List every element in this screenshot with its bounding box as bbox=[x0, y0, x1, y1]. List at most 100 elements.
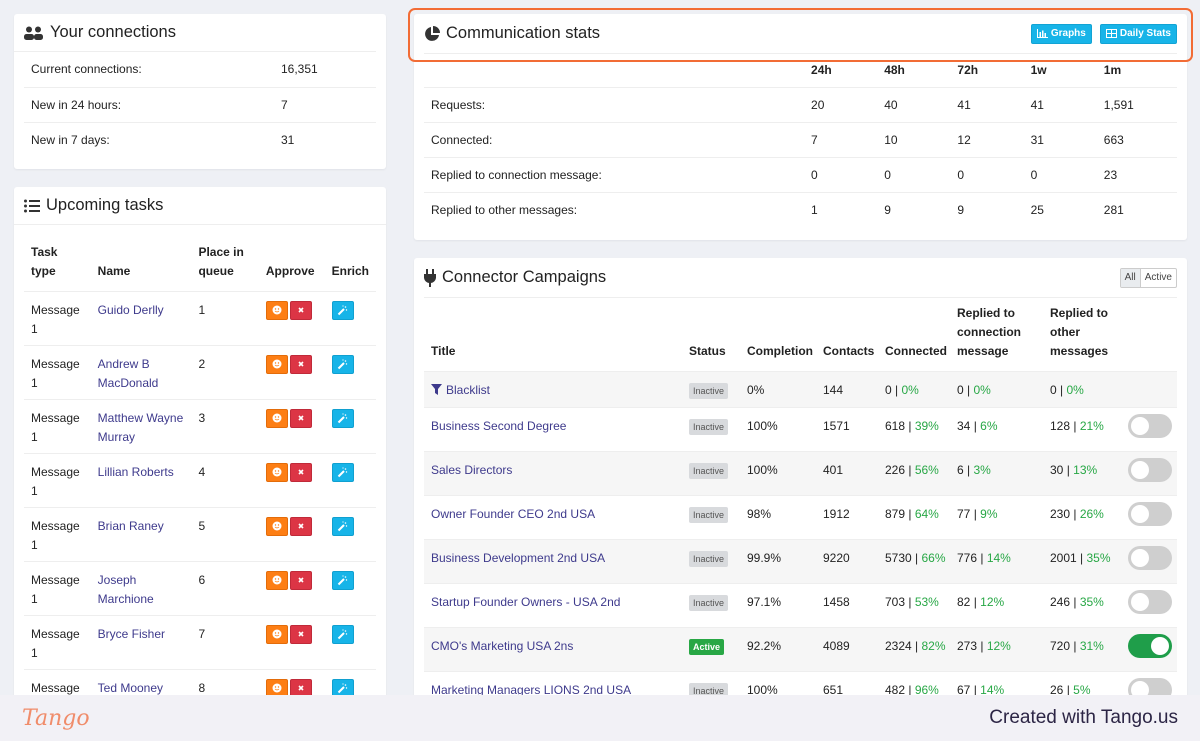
campaign-title-link[interactable]: Owner Founder CEO 2nd USA bbox=[431, 507, 595, 521]
magic-wand-icon bbox=[337, 466, 348, 478]
list-icon bbox=[24, 199, 40, 213]
period-header: 1m bbox=[1103, 63, 1122, 78]
filter-all-button[interactable]: All bbox=[1120, 268, 1141, 287]
approve-button[interactable] bbox=[265, 516, 288, 536]
toggle-cell bbox=[1121, 538, 1177, 583]
comm-title: Communication stats bbox=[446, 24, 601, 42]
campaign-title-link[interactable]: Blacklist bbox=[446, 383, 490, 397]
contacts-value: 144 bbox=[816, 370, 878, 407]
contact-name-link[interactable]: Bryce Fisher bbox=[98, 627, 165, 641]
campaign-title-link[interactable]: CMO's Marketing USA 2ns bbox=[431, 639, 573, 653]
task-type: Message 1 bbox=[24, 452, 91, 507]
queue-position: 1 bbox=[191, 290, 259, 345]
contact-name-link[interactable]: Guido Derlly bbox=[98, 303, 164, 317]
metric-value: 0 bbox=[884, 156, 958, 192]
campaign-row: Startup Founder Owners - USA 2nd Inactive… bbox=[424, 582, 1177, 627]
replied-conn-value: 0 | 0% bbox=[950, 370, 1043, 407]
smile-icon bbox=[272, 413, 282, 423]
task-name-cell: Matthew Wayne Murray bbox=[90, 398, 192, 453]
enrich-button[interactable] bbox=[331, 570, 354, 590]
daily-stats-button[interactable]: Daily Stats bbox=[1099, 23, 1177, 44]
percent: 82% bbox=[921, 638, 946, 653]
percent: 0% bbox=[1066, 382, 1084, 397]
reject-button[interactable] bbox=[289, 624, 312, 644]
campaign-active-toggle[interactable] bbox=[1128, 589, 1172, 614]
comm-stat-row: Requests: 20 40 41 41 1,591 bbox=[424, 86, 1177, 122]
percent: 26% bbox=[1079, 506, 1104, 521]
comm-stat-row: Replied to other messages: 1 9 9 25 281 bbox=[424, 191, 1177, 227]
reject-button[interactable] bbox=[289, 300, 312, 320]
count: 5730 bbox=[885, 550, 912, 565]
approve-button[interactable] bbox=[265, 354, 288, 374]
comm-stats-table: 24h 48h 72h 1w 1m Requests: 20 40 41 41 1,591 Conn… bbox=[424, 54, 1177, 227]
reject-button[interactable] bbox=[289, 462, 312, 482]
contact-name-link[interactable]: Matthew Wayne Murray bbox=[98, 411, 184, 444]
metric-value: 0 bbox=[957, 156, 1031, 192]
contact-name-link[interactable]: Brian Raney bbox=[98, 519, 164, 533]
campaign-title-link[interactable]: Business Second Degree bbox=[431, 419, 566, 433]
metric-value: 40 bbox=[884, 86, 958, 122]
approve-button[interactable] bbox=[265, 408, 288, 428]
campaign-active-toggle[interactable] bbox=[1128, 633, 1172, 658]
campaign-active-toggle[interactable] bbox=[1128, 413, 1172, 438]
enrich-button[interactable] bbox=[331, 354, 354, 374]
graphs-button[interactable]: Graphs bbox=[1030, 23, 1092, 44]
status-badge: Inactive bbox=[689, 382, 729, 399]
col-contacts: Contacts bbox=[823, 343, 875, 358]
connected-value: 879 | 64% bbox=[878, 494, 950, 539]
col-name: Name bbox=[97, 263, 131, 278]
approve-button[interactable] bbox=[265, 300, 288, 320]
close-icon bbox=[297, 360, 305, 368]
contact-name-link[interactable]: Andrew B MacDonald bbox=[98, 357, 159, 390]
approve-button[interactable] bbox=[265, 570, 288, 590]
replied-conn-value: 34 | 6% bbox=[950, 406, 1043, 451]
reject-button[interactable] bbox=[289, 516, 312, 536]
campaign-title-link[interactable]: Business Development 2nd USA bbox=[431, 551, 605, 565]
contact-name-link[interactable]: Ted Mooney bbox=[98, 681, 163, 695]
enrich-button[interactable] bbox=[331, 300, 354, 320]
campaign-active-toggle[interactable] bbox=[1128, 545, 1172, 570]
percent: 39% bbox=[914, 418, 939, 433]
col-metric bbox=[424, 54, 811, 87]
connections-table: Current connections: 16,351 New in 24 hour… bbox=[24, 52, 376, 157]
approve-button[interactable] bbox=[265, 462, 288, 482]
contact-name-link[interactable]: Joseph Marchione bbox=[98, 573, 154, 606]
replied-conn-value: 82 | 12% bbox=[950, 582, 1043, 627]
task-row: Message 1 Matthew Wayne Murray 3 bbox=[24, 398, 376, 453]
col-queue: Place in queue bbox=[198, 244, 244, 278]
replied-other-value: 720 | 31% bbox=[1043, 626, 1121, 671]
status-badge: Active bbox=[689, 638, 725, 655]
count: 776 bbox=[957, 550, 978, 565]
reject-button[interactable] bbox=[289, 408, 312, 428]
percent: 13% bbox=[1073, 462, 1098, 477]
reject-button[interactable] bbox=[289, 570, 312, 590]
campaign-active-toggle[interactable] bbox=[1128, 457, 1172, 482]
reject-button[interactable] bbox=[289, 354, 312, 374]
connection-stat-row: Current connections: 16,351 bbox=[24, 52, 376, 87]
count: 6 bbox=[957, 462, 964, 477]
metric-value: 0 bbox=[1030, 156, 1104, 192]
filter-active-button[interactable]: Active bbox=[1141, 269, 1176, 287]
campaign-filter: All Active bbox=[1119, 267, 1177, 288]
tasks-table: Task type Name Place in queue Approve En… bbox=[24, 225, 376, 707]
campaign-active-toggle[interactable] bbox=[1128, 501, 1172, 526]
enrich-button[interactable] bbox=[331, 408, 354, 428]
campaign-title-link[interactable]: Startup Founder Owners - USA 2nd bbox=[431, 595, 620, 609]
metric-value: 31 bbox=[1030, 121, 1104, 157]
stat-label: New in 24 hours: bbox=[24, 86, 274, 122]
approve-button[interactable] bbox=[265, 624, 288, 644]
approve-cell bbox=[258, 506, 325, 561]
magic-wand-icon bbox=[337, 304, 348, 316]
contacts-value: 4089 bbox=[816, 626, 878, 671]
col-approve: Approve bbox=[265, 263, 315, 278]
enrich-button[interactable] bbox=[331, 516, 354, 536]
enrich-button[interactable] bbox=[331, 462, 354, 482]
contact-name-link[interactable]: Lillian Roberts bbox=[98, 465, 174, 479]
replied-other-value: 30 | 13% bbox=[1043, 450, 1121, 495]
count: 879 bbox=[885, 506, 906, 521]
campaign-title-link[interactable]: Sales Directors bbox=[431, 463, 512, 477]
task-row: Message 1 Brian Raney 5 bbox=[24, 506, 376, 561]
enrich-button[interactable] bbox=[331, 624, 354, 644]
status-badge: Inactive bbox=[689, 550, 729, 567]
count: 0 bbox=[885, 382, 892, 397]
